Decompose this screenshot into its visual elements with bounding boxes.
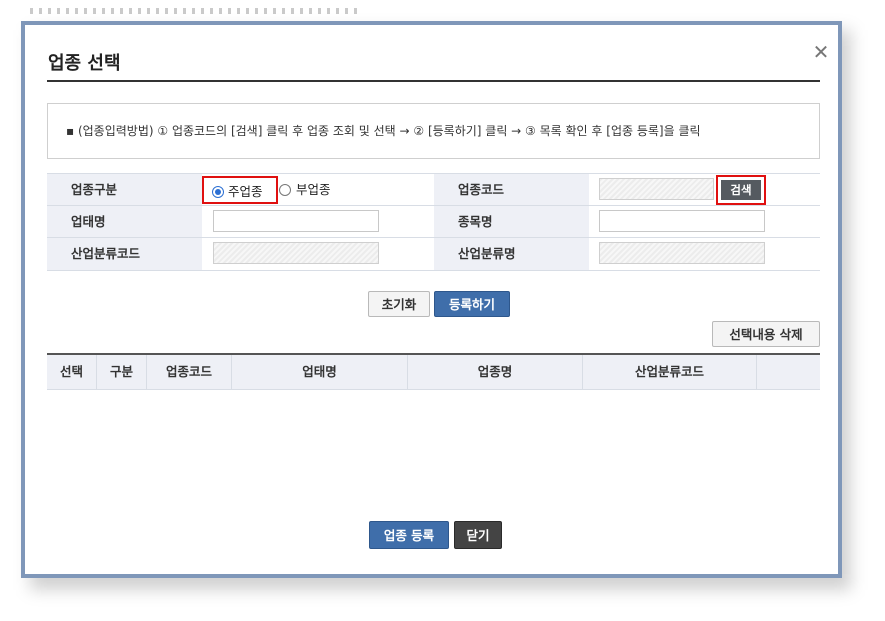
background-window-strip — [0, 0, 885, 22]
item-name-label: 종목명 — [434, 206, 589, 238]
business-list-table: 선택 구분 업종코드 업태명 업종명 산업분류코드 — [47, 353, 820, 390]
dialog-title: 업종 선택 — [48, 53, 121, 74]
instruction-box: ▪ (업종입력방법) ① 업종코드의 [검색] 클릭 후 업종 조회 및 선택 … — [47, 103, 820, 159]
type-label: 업종구분 — [47, 174, 202, 206]
col-header-type: 구분 — [97, 355, 147, 389]
radio-main-label[interactable]: 주업종 — [228, 185, 263, 199]
close-dialog-button[interactable]: 닫기 — [454, 521, 502, 549]
title-divider — [47, 80, 820, 82]
col-header-select: 선택 — [47, 355, 97, 389]
delete-selected-button[interactable]: 선택내용 삭제 — [712, 321, 820, 347]
search-highlight-box: 검색 — [716, 175, 766, 205]
col-header-business-name: 업태명 — [232, 355, 408, 389]
reset-button[interactable]: 초기화 — [368, 291, 430, 317]
business-name-input[interactable] — [213, 210, 379, 232]
col-header-item-name: 업종명 — [408, 355, 583, 389]
industry-code-label: 산업분류코드 — [47, 238, 202, 270]
register-button[interactable]: 등록하기 — [434, 291, 510, 317]
radio-sub-business[interactable] — [279, 184, 291, 196]
register-business-button[interactable]: 업종 등록 — [369, 521, 449, 549]
col-header-industry-code: 산업분류코드 — [583, 355, 757, 389]
dialog-frame: 업종 선택 ✕ ▪ (업종입력방법) ① 업종코드의 [검색] 클릭 후 업종 … — [21, 21, 842, 578]
form-row-industry: 산업분류코드 산업분류명 — [47, 237, 820, 271]
col-header-extra — [757, 355, 820, 389]
industry-code-input — [213, 242, 379, 264]
item-name-input[interactable] — [599, 210, 765, 232]
industry-name-label: 산업분류명 — [434, 238, 589, 270]
industry-name-input — [599, 242, 765, 264]
radio-main-business[interactable] — [212, 186, 224, 198]
business-name-label: 업태명 — [47, 206, 202, 238]
radio-highlight-box: 주업종 — [202, 176, 278, 204]
instruction-text: ▪ (업종입력방법) ① 업종코드의 [검색] 클릭 후 업종 조회 및 선택 … — [66, 124, 701, 138]
form-row-type: 업종구분 주업종 부업종 업종코드 검색 — [47, 173, 820, 206]
form-row-name: 업태명 종목명 — [47, 205, 820, 238]
close-icon[interactable]: ✕ — [812, 42, 830, 62]
business-type-dialog: 업종 선택 ✕ ▪ (업종입력방법) ① 업종코드의 [검색] 클릭 후 업종 … — [25, 25, 838, 574]
search-button[interactable]: 검색 — [721, 180, 761, 200]
code-label: 업종코드 — [434, 174, 589, 206]
radio-sub-label[interactable]: 부업종 — [296, 183, 331, 197]
background-text-fragment — [30, 8, 360, 14]
business-code-input — [599, 178, 714, 200]
col-header-code: 업종코드 — [147, 355, 232, 389]
